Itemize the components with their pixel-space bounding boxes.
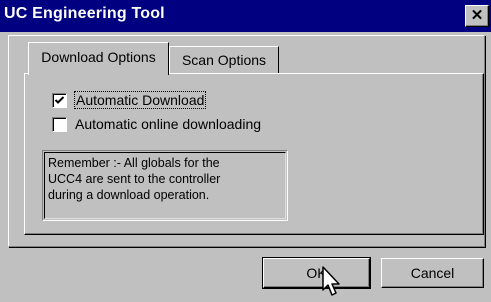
automatic-download-option[interactable]: Automatic Download	[52, 91, 207, 109]
cancel-button[interactable]: Cancel	[381, 258, 484, 288]
info-note-text: Remember :- All globals for the UCC4 are…	[44, 152, 286, 219]
title-bar[interactable]: UC Engineering Tool ✕	[0, 0, 491, 32]
window-title: UC Engineering Tool	[4, 5, 165, 22]
tab-scan-options-label: Scan Options	[181, 52, 267, 68]
dialog-window: UC Engineering Tool ✕ Download Options S…	[0, 0, 491, 302]
tab-download-options-label: Download Options	[41, 49, 156, 65]
checkmark-icon	[54, 95, 65, 104]
mouse-pointer-icon	[322, 266, 340, 296]
close-icon: ✕	[470, 7, 484, 24]
info-note-box: Remember :- All globals for the UCC4 are…	[42, 150, 288, 221]
ok-button[interactable]: OK	[262, 257, 371, 289]
cancel-button-label: Cancel	[410, 265, 455, 281]
automatic-online-downloading-option[interactable]: Automatic online downloading	[52, 115, 261, 133]
tab-scan-options[interactable]: Scan Options	[169, 46, 279, 73]
automatic-download-checkbox[interactable]	[52, 92, 67, 108]
automatic-online-downloading-label: Automatic online downloading	[75, 116, 262, 132]
automatic-download-label: Automatic Download	[73, 91, 207, 109]
tab-download-options[interactable]: Download Options	[28, 42, 169, 75]
automatic-online-downloading-checkbox[interactable]	[52, 116, 67, 132]
close-button[interactable]: ✕	[465, 5, 489, 27]
